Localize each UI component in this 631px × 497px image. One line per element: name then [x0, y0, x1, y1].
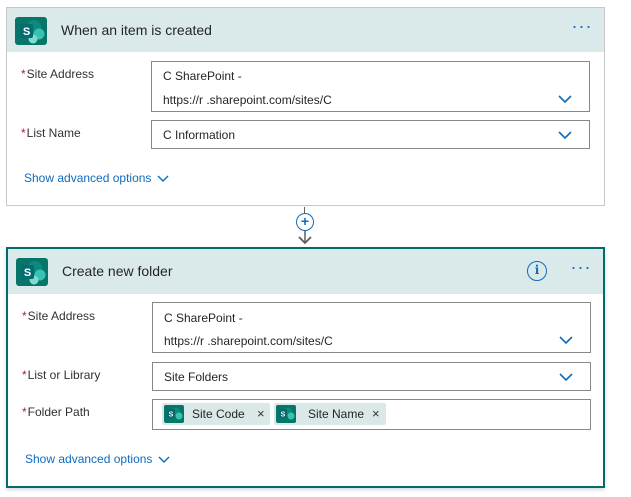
folder-path-input[interactable]: S Site Code × S Site Name ×	[152, 399, 591, 430]
sharepoint-icon: S	[15, 17, 47, 45]
list-name-value: C Information	[163, 128, 236, 142]
list-name-label: *List Name	[21, 126, 81, 140]
list-or-library-label: *List or Library	[22, 368, 100, 382]
trigger-card-header[interactable]: S When an item is created ···	[7, 8, 604, 52]
show-advanced-options-link[interactable]: Show advanced options	[24, 171, 169, 185]
required-asterisk: *	[21, 67, 26, 81]
svg-text:S: S	[24, 267, 31, 279]
ellipsis-icon: ···	[570, 257, 592, 277]
required-asterisk: *	[21, 126, 26, 140]
required-asterisk: *	[22, 405, 27, 419]
trigger-card-title: When an item is created	[61, 22, 212, 38]
svg-text:S: S	[281, 412, 286, 419]
required-asterisk: *	[22, 309, 27, 323]
show-advanced-options-link[interactable]: Show advanced options	[25, 452, 170, 466]
list-name-label-text: List Name	[26, 126, 81, 140]
arrow-down-icon	[298, 231, 312, 245]
site-address-line2: https://r .sharepoint.com/sites/C	[163, 93, 332, 107]
chevron-down-icon[interactable]	[559, 372, 573, 382]
action-card-title: Create new folder	[62, 263, 173, 279]
site-address-label: *Site Address	[21, 67, 94, 81]
more-options-button[interactable]: ···	[569, 258, 593, 280]
chevron-down-icon	[158, 456, 170, 463]
site-address-dropdown[interactable]: C SharePoint - https://r .sharepoint.com…	[152, 302, 591, 353]
list-or-library-label-text: List or Library	[27, 368, 101, 382]
svg-text:S: S	[169, 412, 174, 419]
dynamic-content-token[interactable]: S Site Name ×	[274, 403, 386, 425]
more-options-button[interactable]: ···	[570, 17, 594, 39]
action-card[interactable]: S Create new folder i ··· *Site Address …	[6, 247, 605, 488]
ellipsis-icon: ···	[571, 16, 593, 36]
list-or-library-dropdown[interactable]: Site Folders	[152, 362, 591, 391]
site-address-line1: C SharePoint -	[164, 311, 243, 325]
show-advanced-options-label: Show advanced options	[25, 452, 153, 466]
site-address-dropdown[interactable]: C SharePoint - https://r .sharepoint.com…	[151, 61, 590, 112]
chevron-down-icon[interactable]	[558, 130, 572, 140]
sharepoint-icon: S	[164, 405, 184, 423]
token-label: Site Name	[308, 407, 365, 421]
close-icon[interactable]: ×	[257, 406, 265, 421]
list-or-library-value: Site Folders	[164, 370, 229, 384]
dynamic-content-token[interactable]: S Site Code ×	[162, 403, 270, 425]
site-address-line2: https://r .sharepoint.com/sites/C	[164, 334, 333, 348]
add-step-button[interactable]: +	[296, 213, 314, 231]
sharepoint-icon: S	[16, 258, 48, 286]
close-icon[interactable]: ×	[372, 406, 380, 421]
chevron-down-icon	[157, 175, 169, 182]
required-asterisk: *	[22, 368, 27, 382]
trigger-card[interactable]: S When an item is created ··· *Site Addr…	[6, 7, 605, 206]
site-address-line1: C SharePoint -	[163, 69, 242, 83]
folder-path-label: *Folder Path	[22, 405, 90, 419]
chevron-down-icon[interactable]	[558, 94, 572, 104]
plus-icon: +	[300, 213, 310, 229]
action-card-header[interactable]: S Create new folder i ···	[8, 249, 603, 294]
chevron-down-icon[interactable]	[559, 335, 573, 345]
folder-path-label-text: Folder Path	[27, 405, 90, 419]
list-name-dropdown[interactable]: C Information	[151, 120, 590, 149]
info-icon[interactable]: i	[527, 261, 547, 281]
svg-text:S: S	[23, 26, 30, 38]
token-label: Site Code	[192, 407, 245, 421]
site-address-label: *Site Address	[22, 309, 95, 323]
show-advanced-options-label: Show advanced options	[24, 171, 152, 185]
site-address-label-text: Site Address	[27, 309, 96, 323]
site-address-label-text: Site Address	[26, 67, 95, 81]
sharepoint-icon: S	[276, 405, 296, 423]
